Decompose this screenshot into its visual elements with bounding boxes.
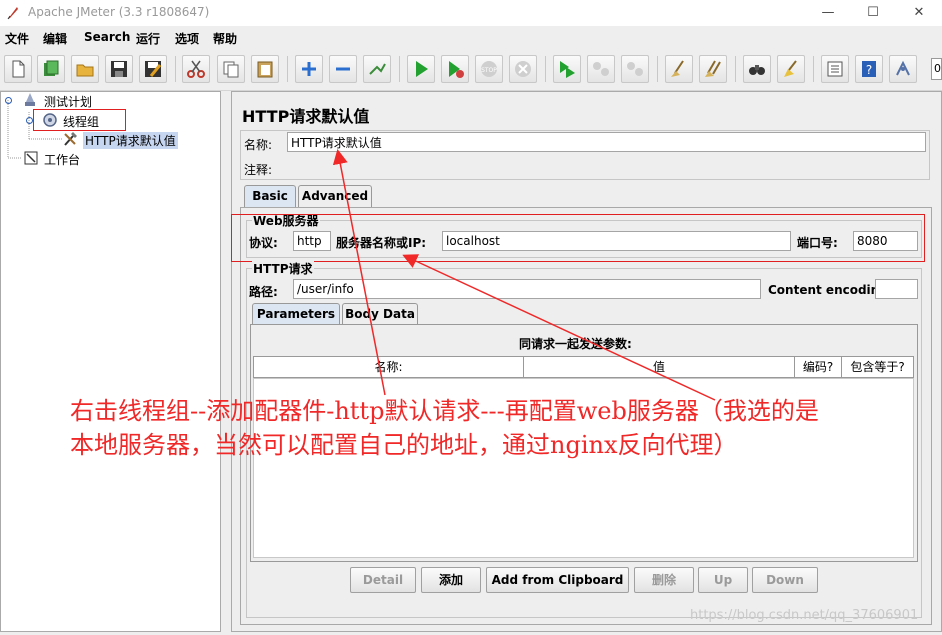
clear-icon[interactable] bbox=[665, 55, 693, 83]
menu-search[interactable]: Search bbox=[84, 30, 130, 44]
save-as-icon[interactable] bbox=[139, 55, 167, 83]
toolbar: STOP ? 0 bbox=[0, 50, 942, 91]
window-title: Apache JMeter (3.3 r1808647) bbox=[28, 5, 210, 19]
parameters-caption: 同请求一起发送参数: bbox=[519, 337, 632, 351]
copy-icon[interactable] bbox=[217, 55, 245, 83]
path-label: 路径: bbox=[249, 285, 278, 299]
toolbar-separator bbox=[735, 56, 736, 82]
cut-icon[interactable] bbox=[182, 55, 210, 83]
search-icon[interactable] bbox=[743, 55, 771, 83]
tree-expand-handle-icon[interactable] bbox=[26, 117, 33, 124]
column-header-include-equals[interactable]: 包含等于? bbox=[841, 356, 914, 378]
http-request-group-label: HTTP请求 bbox=[252, 260, 314, 277]
detail-button[interactable]: Detail bbox=[350, 567, 416, 593]
workbench-icon bbox=[24, 151, 38, 165]
delete-button[interactable]: 删除 bbox=[634, 567, 694, 593]
reset-search-icon[interactable] bbox=[777, 55, 805, 83]
tree-expand-handle-icon[interactable] bbox=[5, 97, 12, 104]
expand-icon[interactable] bbox=[295, 55, 323, 83]
new-icon[interactable] bbox=[4, 55, 32, 83]
jmeter-feather-icon bbox=[7, 7, 18, 20]
maximize-button[interactable]: ☐ bbox=[859, 3, 887, 23]
content-encoding-label: Content encoding: bbox=[768, 283, 893, 297]
tree-item-http-defaults[interactable]: HTTP请求默认值 bbox=[83, 132, 178, 149]
remote-start-icon[interactable] bbox=[553, 55, 581, 83]
add-from-clipboard-button[interactable]: Add from Clipboard bbox=[486, 567, 629, 593]
toolbar-separator bbox=[175, 56, 176, 82]
down-button[interactable]: Down bbox=[752, 567, 818, 593]
content-encoding-field[interactable] bbox=[875, 279, 918, 299]
tree-item-workbench[interactable]: 工作台 bbox=[44, 151, 80, 168]
tree-item-test-plan[interactable]: 测试计划 bbox=[44, 93, 92, 110]
pane-splitter[interactable] bbox=[221, 91, 230, 632]
toolbar-separator bbox=[545, 56, 546, 82]
start-icon[interactable] bbox=[407, 55, 435, 83]
menu-help[interactable]: 帮助 bbox=[213, 30, 237, 47]
menu-file[interactable]: 文件 bbox=[5, 30, 29, 47]
toolbar-separator bbox=[287, 56, 288, 82]
collapse-icon[interactable] bbox=[329, 55, 357, 83]
svg-text:?: ? bbox=[866, 63, 872, 77]
toggle-icon[interactable] bbox=[363, 55, 391, 83]
title-bar: Apache JMeter (3.3 r1808647) — ☐ ✕ bbox=[0, 0, 942, 26]
annotation-text-line-1: 右击线程组--添加配器件-http默认请求---再配置web服务器（我选的是 bbox=[70, 397, 819, 425]
paste-icon[interactable] bbox=[251, 55, 279, 83]
name-label: 名称: bbox=[244, 138, 273, 152]
clear-all-icon[interactable] bbox=[699, 55, 727, 83]
remote-exit-icon[interactable] bbox=[621, 55, 649, 83]
open-icon[interactable] bbox=[71, 55, 99, 83]
comment-field[interactable] bbox=[287, 157, 926, 177]
tab-parameters[interactable]: Parameters bbox=[252, 303, 340, 325]
minimize-button[interactable]: — bbox=[814, 3, 842, 23]
svg-text:STOP: STOP bbox=[481, 67, 497, 74]
add-button[interactable]: 添加 bbox=[421, 567, 481, 593]
up-button[interactable]: Up bbox=[698, 567, 748, 593]
save-icon[interactable] bbox=[105, 55, 133, 83]
help-icon[interactable]: ? bbox=[855, 55, 883, 83]
config-element-icon bbox=[64, 132, 77, 146]
close-button[interactable]: ✕ bbox=[905, 3, 933, 23]
shutdown-icon[interactable] bbox=[509, 55, 537, 83]
annotation-text-line-2: 本地服务器，当然可以配置自己的地址，通过nginx反向代理） bbox=[70, 431, 738, 459]
function-helper-icon[interactable] bbox=[821, 55, 849, 83]
name-field[interactable] bbox=[287, 132, 926, 152]
column-header-name[interactable]: 名称: bbox=[253, 356, 524, 378]
start-no-pause-icon[interactable] bbox=[441, 55, 469, 83]
thread-counter: 0 bbox=[931, 58, 942, 80]
toolbar-separator bbox=[813, 56, 814, 82]
menu-options[interactable]: 选项 bbox=[175, 30, 199, 47]
stop-icon[interactable]: STOP bbox=[475, 55, 503, 83]
path-field[interactable] bbox=[293, 279, 761, 299]
test-plan-icon bbox=[25, 93, 35, 106]
page-title: HTTP请求默认值 bbox=[242, 107, 370, 126]
column-header-value[interactable]: 值 bbox=[523, 356, 795, 378]
comment-label: 注释: bbox=[244, 163, 273, 177]
tab-body-data[interactable]: Body Data bbox=[342, 303, 418, 325]
toolbar-separator bbox=[657, 56, 658, 82]
menu-run[interactable]: 运行 bbox=[136, 30, 160, 47]
templates-icon[interactable] bbox=[37, 55, 65, 83]
remote-stop-icon[interactable] bbox=[587, 55, 615, 83]
tab-advanced[interactable]: Advanced bbox=[298, 185, 372, 207]
watermark: https://blog.csdn.net/qq_37606901 bbox=[690, 608, 919, 623]
menu-edit[interactable]: 编辑 bbox=[43, 30, 67, 47]
annotation-highlight-thread-group bbox=[33, 109, 126, 131]
tree-icon[interactable] bbox=[889, 55, 917, 83]
tab-basic[interactable]: Basic bbox=[244, 185, 296, 207]
column-header-encode[interactable]: 编码? bbox=[794, 356, 842, 378]
toolbar-separator bbox=[399, 56, 400, 82]
annotation-highlight-web-server bbox=[231, 214, 925, 262]
menu-bar: 文件 编辑 Search 运行 选项 帮助 bbox=[0, 26, 942, 50]
